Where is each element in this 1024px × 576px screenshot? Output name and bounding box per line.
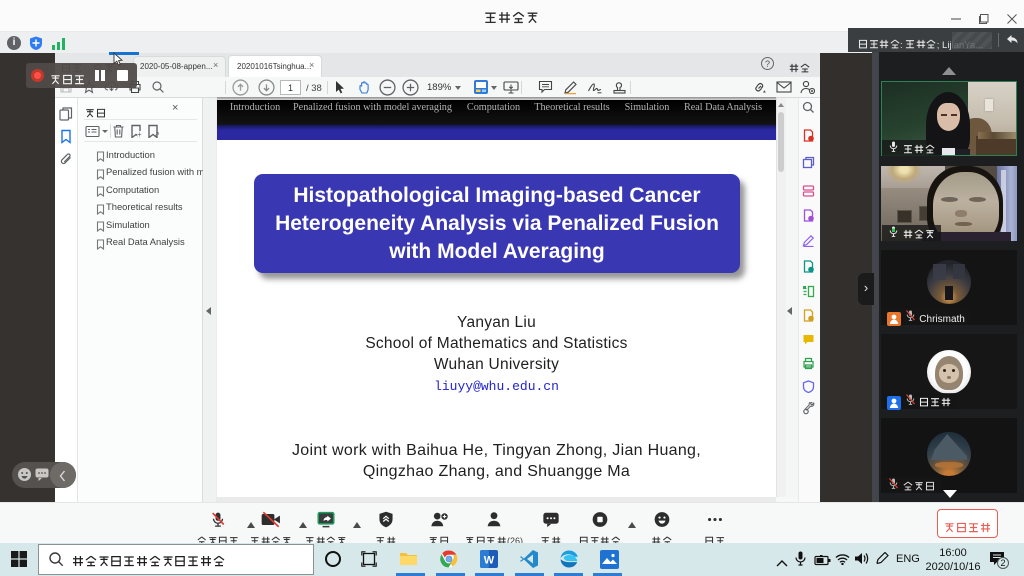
svg-text:W: W (484, 555, 495, 567)
